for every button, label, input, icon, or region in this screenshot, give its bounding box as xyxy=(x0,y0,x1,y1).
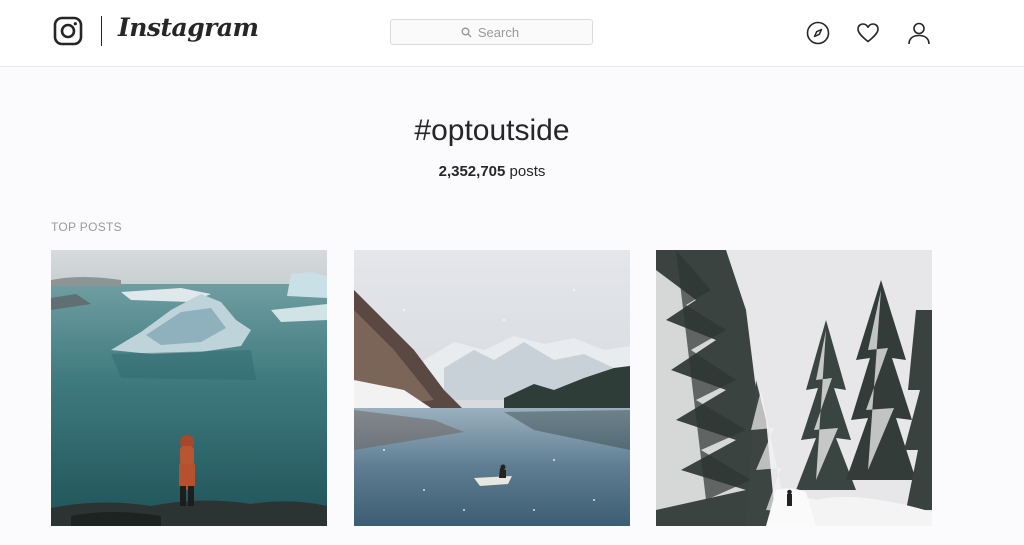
top-post-3[interactable] xyxy=(656,250,932,526)
top-posts-heading: TOP POSTS xyxy=(51,220,122,234)
instagram-wordmark[interactable]: Instagram xyxy=(118,13,259,42)
logo-divider xyxy=(101,16,102,46)
compass-icon[interactable] xyxy=(806,21,830,45)
top-post-2[interactable] xyxy=(354,250,630,526)
heart-icon[interactable] xyxy=(856,21,880,45)
post-image-glacier-lagoon xyxy=(51,250,327,526)
post-count-label: posts xyxy=(509,163,546,180)
search-input[interactable] xyxy=(391,20,592,44)
user-icon[interactable] xyxy=(907,21,931,45)
post-image-mountain-lake-canoe xyxy=(354,250,630,526)
post-count: 2,352,705 posts xyxy=(0,163,984,180)
instagram-glyph-icon[interactable] xyxy=(53,16,83,46)
top-post-1[interactable] xyxy=(51,250,327,526)
post-image-snowy-forest xyxy=(656,250,932,526)
post-count-number: 2,352,705 xyxy=(438,163,506,180)
top-navigation-bar: Instagram xyxy=(0,0,1024,67)
search-box[interactable] xyxy=(390,19,593,45)
hashtag-title: #optoutside xyxy=(414,114,570,147)
